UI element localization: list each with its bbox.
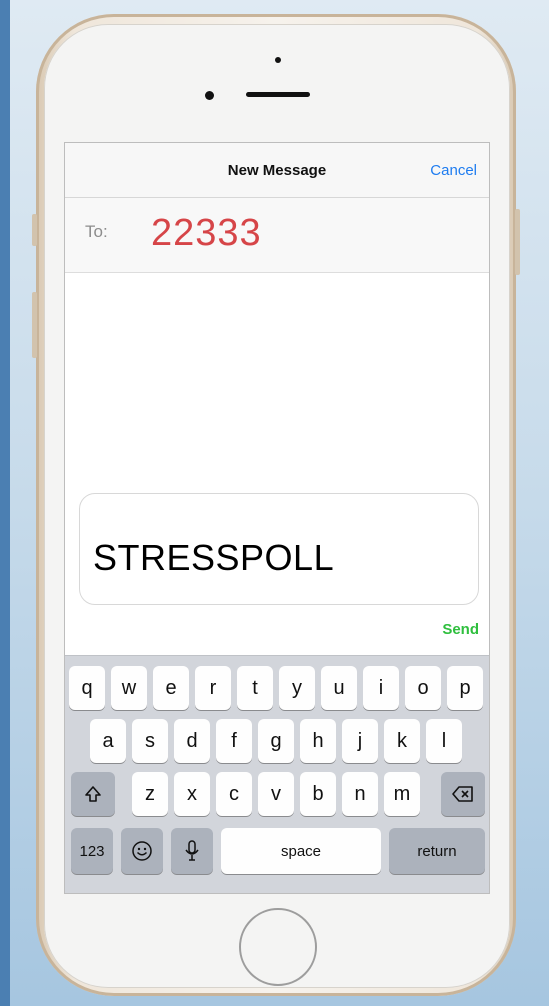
home-button[interactable] — [239, 908, 317, 986]
key-k[interactable]: k — [384, 719, 420, 763]
key-t[interactable]: t — [237, 666, 273, 710]
earpiece-speaker — [246, 92, 310, 97]
key-f[interactable]: f — [216, 719, 252, 763]
key-b[interactable]: b — [300, 772, 336, 816]
shift-icon — [85, 786, 101, 802]
key-v[interactable]: v — [258, 772, 294, 816]
key-n[interactable]: n — [342, 772, 378, 816]
space-key[interactable]: space — [221, 828, 381, 874]
key-r[interactable]: r — [195, 666, 231, 710]
navigation-bar: New Message Cancel — [65, 143, 489, 198]
key-m[interactable]: m — [384, 772, 420, 816]
shift-key[interactable] — [71, 772, 115, 816]
key-s[interactable]: s — [132, 719, 168, 763]
numbers-key[interactable]: 123 — [71, 828, 113, 874]
front-camera — [205, 91, 214, 100]
microphone-icon — [185, 840, 199, 861]
keyboard: 123 space return qwertyuiop asdfghjkl zxcv… — [65, 655, 489, 893]
cancel-button[interactable]: Cancel — [430, 162, 477, 179]
key-e[interactable]: e — [153, 666, 189, 710]
recipient-label: To: — [85, 222, 108, 241]
proximity-sensor — [275, 57, 281, 63]
key-p[interactable]: p — [447, 666, 483, 710]
phone-screen: New Message Cancel To: 22333 STRESSPOLL … — [64, 142, 490, 894]
key-z[interactable]: z — [132, 772, 168, 816]
dictation-key[interactable] — [171, 828, 213, 874]
power-button — [515, 209, 520, 275]
key-y[interactable]: y — [279, 666, 315, 710]
send-button[interactable]: Send — [442, 621, 479, 638]
volume-up-button — [32, 292, 37, 358]
key-u[interactable]: u — [321, 666, 357, 710]
return-key[interactable]: return — [389, 828, 485, 874]
message-text: STRESSPOLL — [93, 537, 335, 578]
key-w[interactable]: w — [111, 666, 147, 710]
page-title: New Message — [227, 162, 327, 179]
emoji-icon — [132, 841, 152, 861]
backspace-icon — [452, 786, 473, 802]
key-l[interactable]: l — [426, 719, 462, 763]
mute-switch — [32, 214, 37, 246]
key-q[interactable]: q — [69, 666, 105, 710]
key-d[interactable]: d — [174, 719, 210, 763]
key-h[interactable]: h — [300, 719, 336, 763]
key-a[interactable]: a — [90, 719, 126, 763]
recipient-value[interactable]: 22333 — [151, 212, 262, 255]
key-c[interactable]: c — [216, 772, 252, 816]
recipient-field[interactable]: To: 22333 — [65, 198, 489, 273]
delete-key[interactable] — [441, 772, 485, 816]
emoji-key[interactable] — [121, 828, 163, 874]
page-edge — [0, 0, 10, 1006]
key-i[interactable]: i — [363, 666, 399, 710]
key-x[interactable]: x — [174, 772, 210, 816]
key-j[interactable]: j — [342, 719, 378, 763]
key-o[interactable]: o — [405, 666, 441, 710]
key-g[interactable]: g — [258, 719, 294, 763]
